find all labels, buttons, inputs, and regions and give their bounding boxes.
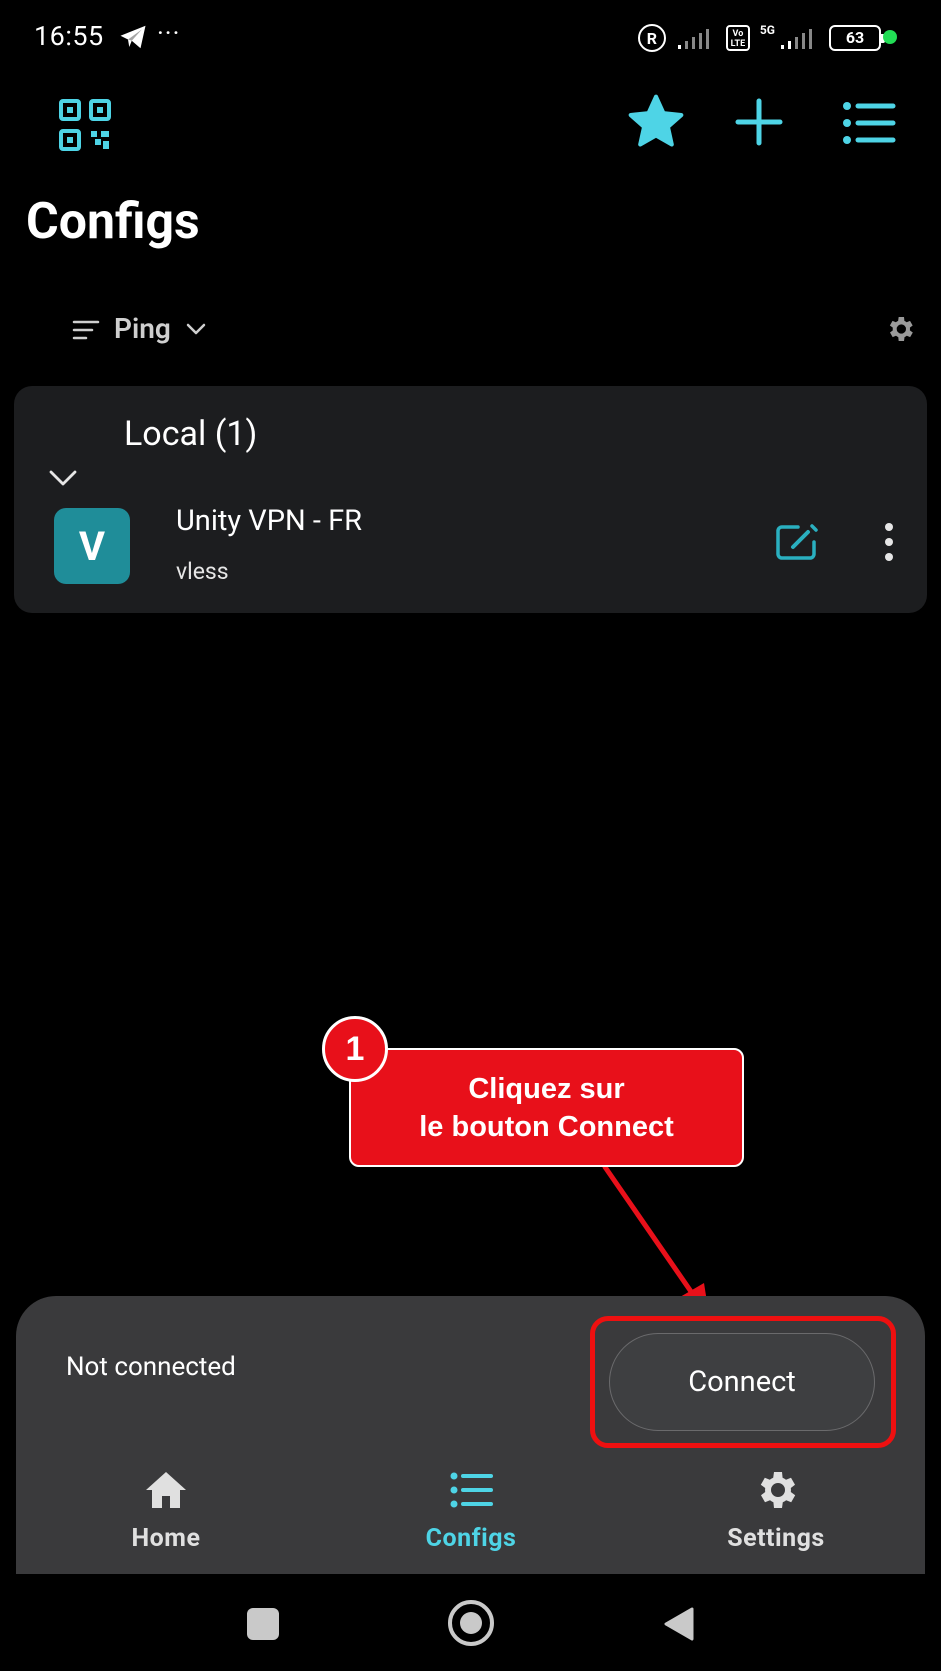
config-protocol: vless xyxy=(176,558,229,585)
connection-status: Not connected xyxy=(66,1352,236,1382)
nav-settings[interactable]: Settings xyxy=(686,1466,866,1566)
config-name[interactable]: Unity VPN - FR xyxy=(176,504,362,538)
chevron-down-icon[interactable] xyxy=(185,320,207,338)
callout-line-2: le bouton Connect xyxy=(419,1110,674,1143)
nav-home-label: Home xyxy=(131,1524,201,1553)
nav-configs[interactable]: Configs xyxy=(381,1466,561,1566)
sort-dropdown-label[interactable]: Ping xyxy=(114,312,171,345)
callout-line-1: Cliquez sur xyxy=(468,1072,625,1105)
nav-settings-label: Settings xyxy=(727,1524,825,1553)
nav-home[interactable]: Home xyxy=(76,1466,256,1566)
edit-icon[interactable] xyxy=(774,522,820,562)
battery-icon: 63 xyxy=(829,25,885,51)
system-home-circle-icon[interactable] xyxy=(448,1600,494,1646)
signal-weak-icon xyxy=(677,29,709,49)
list-icon xyxy=(450,1472,493,1508)
step-number-badge: 1 xyxy=(322,1016,388,1082)
qr-scan-icon[interactable] xyxy=(55,95,115,155)
status-time: 16:55 xyxy=(34,20,104,52)
add-icon[interactable] xyxy=(734,97,784,147)
connect-button[interactable]: Connect xyxy=(609,1333,875,1431)
back-triangle-icon[interactable] xyxy=(662,1606,696,1642)
favorite-star-icon[interactable] xyxy=(625,91,687,153)
more-vert-icon[interactable] xyxy=(882,522,896,562)
volte-icon: Vo LTE xyxy=(725,25,750,51)
home-icon xyxy=(146,1472,186,1508)
status-bar: 16:55 ··· R Vo LTE 5G 63 xyxy=(0,0,941,76)
bottom-panel: Not connected Connect Home Configs Setti… xyxy=(16,1296,925,1574)
sort-icon[interactable] xyxy=(72,319,100,341)
signal-5g-icon xyxy=(781,29,812,49)
config-group-card: Local (1) V Unity VPN - FR vless xyxy=(14,386,927,613)
menu-list-icon[interactable] xyxy=(842,100,896,146)
status-indicators: R Vo LTE 5G 63 xyxy=(637,22,885,54)
annotation-callout: Cliquez sur le bouton Connect xyxy=(349,1048,744,1167)
telegram-icon xyxy=(120,25,146,49)
privacy-indicator-dot xyxy=(883,30,897,44)
config-avatar: V xyxy=(54,508,130,584)
system-navigation-bar xyxy=(0,1574,941,1671)
list-settings-gear-icon[interactable] xyxy=(884,313,916,345)
network-type-label: 5G xyxy=(759,23,775,37)
nav-configs-label: Configs xyxy=(425,1524,517,1553)
collapse-chevron-icon[interactable] xyxy=(48,468,78,488)
group-title[interactable]: Local (1) xyxy=(124,414,257,454)
notification-more-icon: ··· xyxy=(157,19,181,49)
page-title: Configs xyxy=(26,193,200,251)
gear-icon xyxy=(760,1472,796,1508)
recents-square-icon[interactable] xyxy=(247,1608,279,1640)
registered-icon: R xyxy=(637,24,666,52)
